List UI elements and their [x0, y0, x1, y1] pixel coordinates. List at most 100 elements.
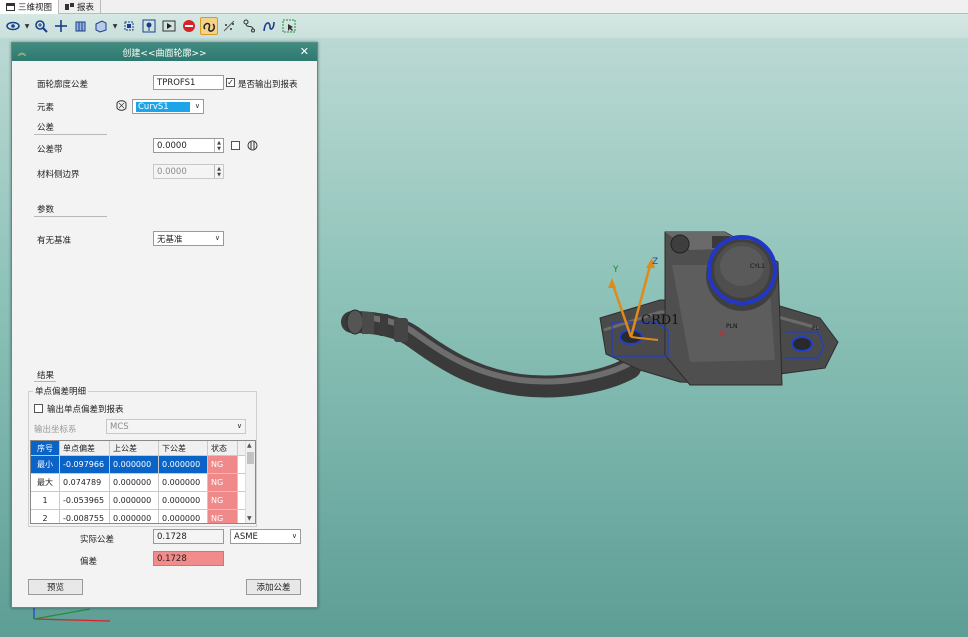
- spin-arrows-icon[interactable]: ▲ ▼: [214, 139, 223, 152]
- table-cell: 0.000000: [159, 510, 208, 523]
- eye-icon[interactable]: [4, 17, 22, 35]
- play-icon[interactable]: [160, 17, 178, 35]
- scroll-up-icon[interactable]: ▲: [247, 442, 252, 449]
- z-axis-label: Z: [652, 257, 658, 267]
- surface-icon: [116, 100, 127, 114]
- status-badge: NG: [208, 510, 238, 523]
- crd-label: CRD1: [641, 313, 679, 328]
- point-dev-group-title: 单点偏差明细: [33, 385, 89, 397]
- tolerance-section-title: 公差: [37, 123, 55, 133]
- scroll-thumb[interactable]: [247, 452, 254, 464]
- tol-band-checkbox[interactable]: [231, 141, 240, 150]
- output-report-label: 是否输出到报表: [238, 80, 298, 90]
- tab-3d-view[interactable]: 三维视图: [0, 0, 60, 14]
- table-header-cell[interactable]: 上公差: [110, 441, 159, 455]
- tab-report[interactable]: 报表: [59, 0, 102, 14]
- table-cell: 0.000000: [110, 474, 159, 491]
- table-scrollbar[interactable]: ▲ ▼: [245, 441, 255, 523]
- table-cell: 0.000000: [110, 492, 159, 509]
- tol-band-value: 0.0000: [157, 140, 187, 151]
- cyl-label: CYL1: [750, 263, 765, 270]
- dialog-title: 创建<<曲面轮廓>>: [122, 48, 207, 59]
- actual-tol-field: 0.1728: [153, 529, 224, 544]
- tol-band-input[interactable]: 0.0000 ▲ ▼: [153, 138, 224, 153]
- stop-icon[interactable]: [180, 17, 198, 35]
- chevron-down-icon: ∨: [291, 532, 297, 540]
- material-input: 0.0000 ▲ ▼: [153, 164, 224, 179]
- name-field[interactable]: TPROFS1: [153, 75, 224, 90]
- table-cell: 0.000000: [110, 510, 159, 523]
- standard-select[interactable]: ASME ∨: [230, 529, 301, 544]
- output-point-checkbox[interactable]: [34, 404, 43, 413]
- actual-tol-value: 0.1728: [157, 531, 187, 542]
- actual-tol-label: 实际公差: [80, 535, 115, 545]
- create-profile-dialog: ︽ 创建<<曲面轮廓>> ✕ 面轮廓度公差 TPROFS1 ✓ 是否输出到报表 …: [11, 42, 318, 608]
- material-value: 0.0000: [157, 166, 187, 177]
- dialog-title-bar[interactable]: ︽ 创建<<曲面轮廓>> ✕: [12, 43, 317, 61]
- material-label: 材料侧边界: [37, 170, 80, 180]
- table-row[interactable]: 2 -0.008755 0.000000 0.000000 NG: [31, 510, 255, 523]
- table-header-cell[interactable]: 单点偏差: [60, 441, 110, 455]
- deviation-value: 0.1728: [157, 553, 187, 564]
- add-tolerance-button[interactable]: 添加公差: [246, 579, 301, 595]
- view-cube-icon[interactable]: [72, 17, 90, 35]
- origin-marker-icon: ✕: [718, 329, 726, 340]
- chevron-down-icon: ∨: [194, 102, 200, 110]
- table-cell: -0.097966: [60, 456, 110, 473]
- preview-button[interactable]: 预览: [28, 579, 83, 595]
- table-header-cell[interactable]: 下公差: [159, 441, 208, 455]
- pin-icon[interactable]: ︽: [18, 47, 26, 58]
- standard-value: ASME: [234, 531, 258, 542]
- table-header-cell[interactable]: 状态: [208, 441, 238, 455]
- spin-arrows-icon: ▲ ▼: [214, 165, 223, 178]
- box-view-icon[interactable]: [92, 17, 110, 35]
- dropdown-arrow-icon[interactable]: ▼: [112, 17, 118, 35]
- part-model: Y Z CRD1 CYL1 PLN PL ✕: [341, 231, 839, 398]
- scroll-down-icon[interactable]: ▼: [247, 515, 252, 522]
- report-icon: [65, 3, 75, 11]
- section-divider: [34, 381, 56, 382]
- deviation-label: 偏差: [80, 557, 98, 567]
- status-badge: NG: [208, 474, 238, 491]
- element-select[interactable]: CurvS1 ∨: [132, 99, 204, 114]
- params-section-title: 参数: [37, 205, 55, 215]
- table-cell: 2: [31, 510, 60, 523]
- chevron-down-icon: ∨: [214, 234, 220, 242]
- chevron-down-icon: ∨: [236, 422, 242, 430]
- tab-label: 报表: [77, 3, 95, 13]
- select-box-icon[interactable]: [280, 17, 298, 35]
- deviation-table[interactable]: 序号 单点偏差 上公差 下公差 状态 最小 -0.097966 0.000000…: [30, 440, 256, 524]
- fit-icon[interactable]: [120, 17, 138, 35]
- circle-symbol-icon[interactable]: [247, 140, 258, 154]
- output-report-checkbox[interactable]: ✓: [226, 78, 235, 87]
- zoom-icon[interactable]: [32, 17, 50, 35]
- curve-icon[interactable]: [260, 17, 278, 35]
- table-cell: 0.074789: [60, 474, 110, 491]
- table-row[interactable]: 最小 -0.097966 0.000000 0.000000 NG: [31, 456, 255, 474]
- marker-icon[interactable]: [140, 17, 158, 35]
- status-badge: NG: [208, 456, 238, 473]
- table-cell: 最小: [31, 456, 60, 473]
- table-cell: -0.008755: [60, 510, 110, 523]
- scatter-icon[interactable]: [220, 17, 238, 35]
- pln-label: PLN: [726, 323, 737, 330]
- results-section-title: 结果: [37, 371, 55, 381]
- dropdown-arrow-icon[interactable]: ▼: [24, 17, 30, 35]
- pan-icon[interactable]: [52, 17, 70, 35]
- path-icon[interactable]: [240, 17, 258, 35]
- table-cell: 0.000000: [110, 456, 159, 473]
- output-cs-select: MCS ∨: [106, 419, 246, 434]
- datum-select[interactable]: 无基准 ∨: [153, 231, 224, 246]
- link-icon[interactable]: [200, 17, 218, 35]
- status-badge: NG: [208, 492, 238, 509]
- table-header-row: 序号 单点偏差 上公差 下公差 状态: [31, 441, 255, 456]
- 3d-viewport[interactable]: Y Z CRD1 CYL1 PLN PL ✕: [318, 38, 968, 637]
- output-cs-label: 输出坐标系: [34, 425, 77, 435]
- y-axis-label: Y: [612, 265, 619, 275]
- table-row[interactable]: 最大 0.074789 0.000000 0.000000 NG: [31, 474, 255, 492]
- datum-label: 有无基准: [37, 236, 72, 246]
- table-row[interactable]: 1 -0.053965 0.000000 0.000000 NG: [31, 492, 255, 510]
- table-header-cell[interactable]: 序号: [31, 441, 60, 455]
- table-cell: 0.000000: [159, 474, 208, 491]
- close-icon[interactable]: ✕: [300, 45, 309, 58]
